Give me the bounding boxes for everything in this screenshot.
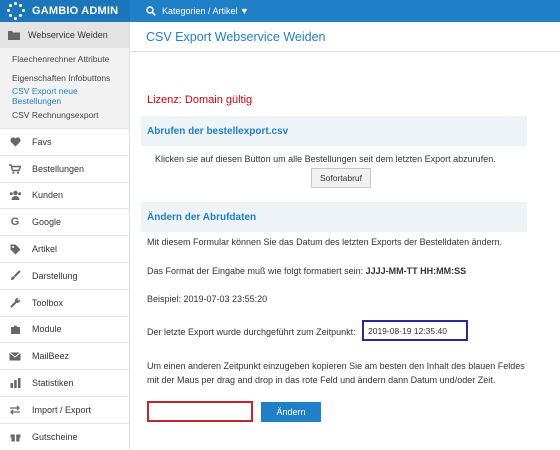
new-timestamp-input[interactable] [147,401,253,422]
sidebar-item-label: Webservice Weiden [28,30,108,40]
sidebar-item-mailbeez[interactable]: MailBeez [0,342,129,369]
sidebar-item-label: Favs [32,136,52,147]
main-content: CSV Export Webservice Weiden Lizenz: Dom… [131,22,560,450]
sidebar-item-label: Bestellungen [32,163,85,174]
sidebar-item-label: Module [32,324,62,335]
aendern-button[interactable]: Ändern [261,402,321,422]
search-icon [146,6,156,16]
sidebar-item-label: Kunden [32,190,64,201]
top-bar: GAMBIO ADMIN Kategorien / Artikel ▼ [0,0,560,22]
sidebar-item-darstellung[interactable]: Darstellung [0,261,129,289]
heart-icon [8,136,22,148]
brand-label: GAMBIO ADMIN [32,5,119,17]
fetch-description: Klicken sie auf diesen Button um alle Be… [155,154,496,164]
chart-icon [8,377,22,389]
sidebar-item-bestellungen[interactable]: Bestellungen [0,154,129,182]
sidebar-item-import-export[interactable]: Import / Export [0,395,129,423]
fetch-section-heading: Abrufen der bestellexport.csv [141,116,527,146]
format-example: Beispiel: 2019-07-03 23:55:20 [147,294,268,304]
license-status: Lizenz: Domain gültig [147,94,253,106]
sidebar-item-statistiken[interactable]: Statistiken [0,369,129,396]
page-title: CSV Export Webservice Weiden [131,22,560,52]
sidebar-item-module[interactable]: Module [0,315,129,343]
sidebar-item-gutscheine[interactable]: Gutscheine [0,422,129,450]
format-hint-prefix: Das Format der Eingabe muß wie folgt for… [147,266,366,276]
sidebar-item-label: Toolbox [32,297,64,308]
sofortabruf-button[interactable]: Sofortabruf [311,168,371,188]
sidebar-item-label: Darstellung [32,270,78,281]
sidebar: Webservice Weiden Flaechenrechner Attrib… [0,22,130,450]
instructions-line-1: Um einen anderen Zeitpunkt einzugeben ko… [147,361,525,371]
sidebar-item-label: Import / Export [32,404,92,415]
folder-icon [8,31,20,40]
submenu-item-csv-export[interactable]: CSV Export neue Bestellungen [0,86,129,106]
tag-icon [8,243,22,255]
sidebar-item-label: Artikel [32,244,58,255]
sidebar-item-google[interactable]: G Google [0,208,129,235]
submenu-item-csv-rechnungsexport[interactable]: CSV Rechnungsexport [0,106,129,125]
submenu-item-infobuttons[interactable]: Eigenschaften Infobuttons [0,69,129,88]
sidebar-item-label: Statistiken [32,378,74,389]
instructions-line-2: mit der Maus per drag and drop in das ro… [147,375,496,385]
users-icon [8,189,22,201]
last-export-field[interactable]: 2019-08-19 12:35:40 [362,320,468,341]
google-icon: G [10,216,20,229]
sidebar-item-artikel[interactable]: Artikel [0,235,129,262]
exchange-icon [8,404,22,416]
format-hint: Das Format der Eingabe muß wie folgt for… [147,266,466,276]
gift-icon [8,431,22,443]
sidebar-item-label: MailBeez [32,351,70,362]
change-intro: Mit diesem Formular können Sie das Datum… [147,237,503,247]
wrench-icon [8,297,22,309]
sidebar-item-toolbox[interactable]: Toolbox [0,288,129,316]
mail-icon [8,350,22,362]
sidebar-item-label: Gutscheine [32,431,78,442]
sidebar-item-label: Google [32,217,62,228]
sidebar-item-webservice-weiden[interactable]: Webservice Weiden [0,22,129,48]
last-export-label: Der letzte Export wurde durchgeführt zum… [147,327,356,337]
brush-icon [8,270,22,282]
category-nav[interactable]: Kategorien / Artikel ▼ [130,6,249,16]
puzzle-icon [8,323,22,335]
sidebar-submenu: Flaechenrechner Attribute Eigenschaften … [0,48,129,128]
brand[interactable]: GAMBIO ADMIN [0,0,130,22]
sidebar-item-kunden[interactable]: Kunden [0,181,129,209]
cart-icon [8,163,22,175]
category-nav-label: Kategorien / Artikel ▼ [162,6,249,16]
sidebar-item-favs[interactable]: Favs [0,128,129,155]
gambio-logo-icon [6,1,26,21]
change-section-heading: Ändern der Abrufdaten [141,202,527,232]
submenu-item-flaechenrechner[interactable]: Flaechenrechner Attribute [0,50,129,69]
format-hint-value: JJJJ-MM-TT HH:MM:SS [365,266,467,276]
